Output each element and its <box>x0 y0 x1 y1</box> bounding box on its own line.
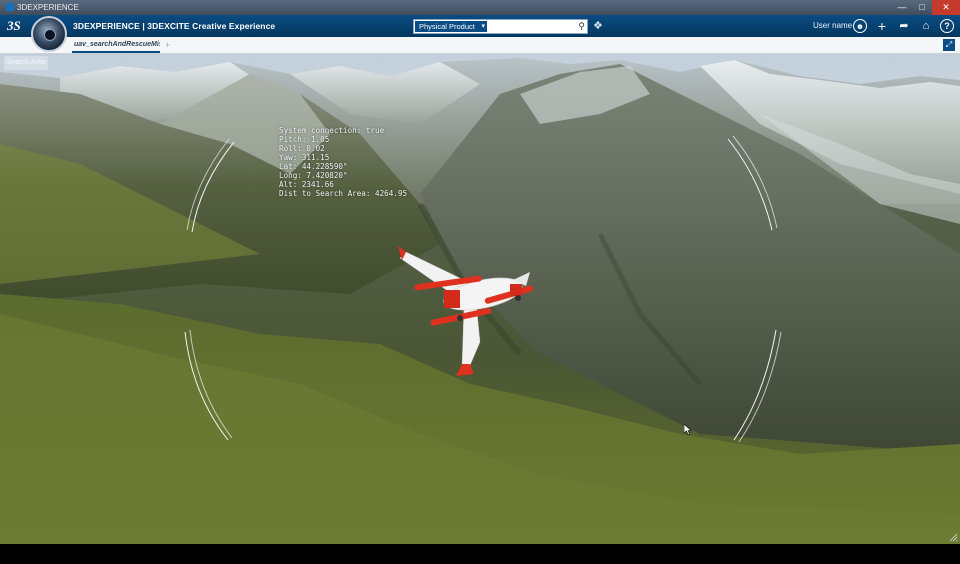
close-icon[interactable]: ✕ <box>932 0 960 15</box>
user-avatar-icon[interactable]: ☻ <box>853 19 867 33</box>
share-icon[interactable]: ➦ <box>896 18 912 34</box>
tag-icon[interactable]: ❖ <box>593 19 603 32</box>
search-input[interactable] <box>489 21 573 32</box>
app-title: 3DEXPERIENCE | 3DEXCITE Creative Experie… <box>73 21 276 31</box>
search-scope-dropdown[interactable]: Physical Product ▾ <box>415 21 487 32</box>
telemetry-altitude: Alt: 2341.66 <box>279 180 334 189</box>
window-title: 3DEXPERIENCE <box>17 3 79 12</box>
plus-icon[interactable]: + <box>874 18 890 34</box>
bottom-letterbox <box>0 544 960 564</box>
user-name[interactable]: User name <box>813 15 852 37</box>
fullscreen-icon[interactable]: ⤢ <box>943 39 955 51</box>
telemetry-longitude: Long: 7.420820° <box>279 171 348 180</box>
telemetry-roll: Roll: 0.02 <box>279 144 325 153</box>
window-controls: — □ ✕ <box>892 0 960 15</box>
app-window-icon <box>6 3 14 11</box>
telemetry-pitch: Pitch: 1.05 <box>279 135 330 144</box>
3ds-logo-icon[interactable]: 3S <box>7 17 25 35</box>
mouse-cursor-icon <box>684 424 692 435</box>
os-window-titlebar: 3DEXPERIENCE — □ ✕ <box>0 0 960 15</box>
chevron-down-icon: ▾ <box>481 23 485 30</box>
help-icon[interactable]: ? <box>940 19 954 33</box>
minimize-icon[interactable]: — <box>892 0 912 15</box>
tab-bar: uav_searchAndRescueMissi + ⤢ <box>0 37 960 54</box>
search-area-button[interactable]: Search Area <box>4 56 48 70</box>
3d-viewport[interactable]: Search Area System connection: true Pitc… <box>0 54 960 544</box>
telemetry-yaw: Yaw: 311.15 <box>279 153 330 162</box>
telemetry-latitude: Lat: 44.228590° <box>279 162 348 171</box>
tab-uav-mission[interactable]: uav_searchAndRescueMissi <box>72 38 160 53</box>
telemetry-readout: System connection: true Pitch: 1.05 Roll… <box>279 126 407 198</box>
telemetry-connection: System connection: true <box>279 126 385 135</box>
add-tab-icon[interactable]: + <box>165 38 170 53</box>
uav-aircraft[interactable] <box>388 242 548 382</box>
home-icon[interactable]: ⌂ <box>918 18 934 34</box>
search-icon[interactable]: ⚲ <box>578 20 585 33</box>
top-bar: 3S 3DEXPERIENCE | 3DEXCITE Creative Expe… <box>0 15 960 37</box>
search-scope-label: Physical Product <box>419 22 475 31</box>
resize-grip-icon[interactable] <box>948 532 958 542</box>
telemetry-distance: Dist to Search Area: 4264.95 <box>279 189 408 198</box>
maximize-icon[interactable]: □ <box>912 0 932 15</box>
search-bar: Physical Product ▾ ⚲ <box>413 19 588 34</box>
compass-icon[interactable] <box>31 16 67 52</box>
